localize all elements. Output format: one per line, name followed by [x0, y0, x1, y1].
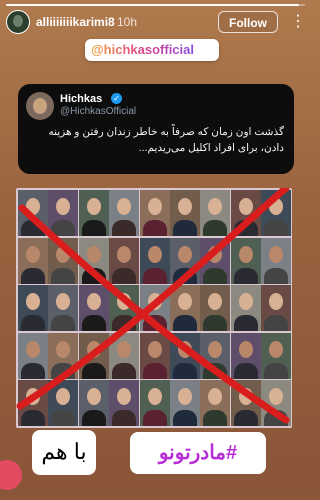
tweet-card: Hichkas ✓ @HichkasOfficial گذشت اون زمان… — [18, 84, 294, 174]
red-cross-mark — [16, 188, 290, 424]
tweet-author-name: Hichkas — [60, 93, 103, 105]
story-header: alliiiiiiikarimi8 10h Follow ⋮ — [6, 10, 306, 36]
mention-text: @hichkasofficial — [91, 42, 194, 57]
tweet-avatar — [26, 92, 54, 120]
story-progress-bar — [6, 4, 305, 6]
tweet-handle: @HichkasOfficial — [60, 106, 137, 117]
hashtag-sticker[interactable]: #مادرتونو — [130, 432, 266, 474]
more-vertical-icon[interactable]: ⋮ — [290, 12, 306, 32]
story-progress-fill — [6, 4, 300, 6]
avatar[interactable] — [6, 10, 30, 34]
username[interactable]: alliiiiiiikarimi8 — [36, 15, 115, 29]
photo-grid — [16, 188, 292, 428]
verified-badge-icon: ✓ — [111, 93, 122, 104]
hashtag-text: #مادرتونو — [158, 442, 238, 464]
sticker-together[interactable]: با هم — [32, 430, 96, 475]
follow-button[interactable]: Follow — [218, 11, 278, 33]
timestamp: 10h — [117, 15, 138, 29]
tweet-text: گذشت اون زمان که صرفاً به خاطر زندان رفت… — [48, 126, 284, 154]
mention-sticker[interactable]: @hichkasofficial — [85, 39, 219, 61]
sticker-together-text: با هم — [41, 439, 87, 464]
like-reaction-icon[interactable] — [0, 460, 22, 490]
